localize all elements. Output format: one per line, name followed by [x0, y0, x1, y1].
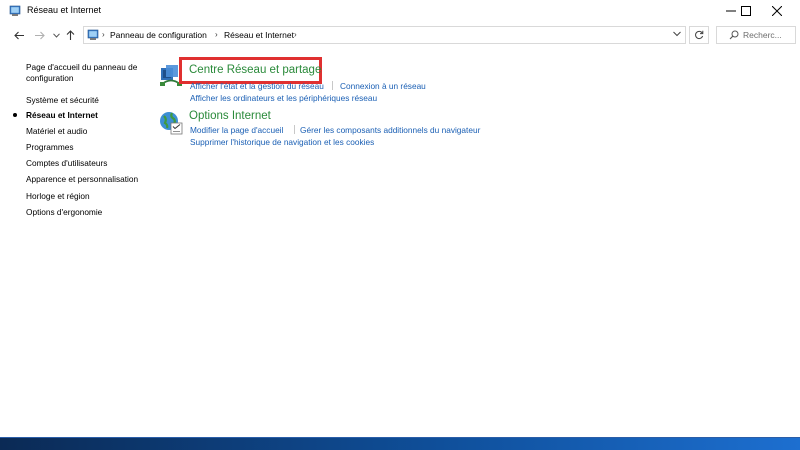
change-home-page-link[interactable]: Modifier la page d'accueil — [190, 125, 283, 135]
connect-to-network-link[interactable]: Connexion à un réseau — [340, 81, 426, 91]
control-panel-icon — [87, 29, 99, 40]
sidebar-item-system-security[interactable]: Système et sécurité — [26, 95, 99, 105]
sidebar-item-programs[interactable]: Programmes — [26, 142, 74, 152]
chevron-right-icon[interactable]: › — [215, 30, 218, 39]
recent-locations-button[interactable] — [49, 28, 63, 42]
maximize-icon — [741, 6, 751, 16]
internet-options-link[interactable]: Options Internet — [189, 110, 271, 122]
search-input[interactable] — [743, 28, 793, 42]
chevron-right-icon[interactable]: › — [294, 30, 297, 39]
up-arrow-icon — [66, 29, 74, 40]
network-sharing-center-link[interactable]: Centre Réseau et partage — [189, 64, 321, 76]
maximize-button[interactable] — [731, 0, 761, 22]
sidebar-item-network-internet[interactable]: Réseau et Internet — [26, 110, 98, 120]
search-box[interactable] — [716, 26, 796, 44]
address-bar[interactable]: › Panneau de configuration › Réseau et I… — [83, 26, 686, 44]
active-bullet — [13, 113, 17, 117]
search-icon — [729, 30, 739, 40]
refresh-icon — [695, 30, 704, 40]
back-button[interactable] — [12, 28, 26, 42]
address-dropdown-icon[interactable] — [673, 31, 681, 37]
sidebar-item-ease-of-access[interactable]: Options d'ergonomie — [26, 207, 102, 217]
refresh-button[interactable] — [689, 26, 709, 44]
back-arrow-icon — [13, 31, 24, 39]
link-separator — [332, 81, 333, 90]
forward-button[interactable] — [32, 28, 46, 42]
chevron-right-icon: › — [102, 30, 105, 39]
forward-arrow-icon — [34, 31, 45, 39]
up-button[interactable] — [63, 28, 77, 42]
manage-addons-link[interactable]: Gérer les composants additionnels du nav… — [300, 125, 480, 135]
control-panel-window: Réseau et Internet › Panneau de configur… — [0, 0, 800, 438]
control-panel-icon — [9, 5, 21, 16]
sidebar-item-appearance[interactable]: Apparence et personnalisation — [26, 174, 138, 184]
sidebar-item-home[interactable]: Page d'accueil du panneau de configurati… — [26, 62, 146, 84]
close-icon — [772, 6, 782, 16]
sidebar-item-user-accounts[interactable]: Comptes d'utilisateurs — [26, 158, 107, 168]
view-network-status-link[interactable]: Afficher l'état et la gestion du réseau — [190, 81, 324, 91]
delete-browsing-history-link[interactable]: Supprimer l'historique de navigation et … — [190, 137, 374, 147]
window-title: Réseau et Internet — [27, 5, 102, 15]
title-bar: Réseau et Internet — [0, 0, 800, 22]
internet-options-icon — [160, 112, 183, 135]
sidebar-item-hardware-sound[interactable]: Matériel et audio — [26, 126, 87, 136]
sidebar-item-clock-region[interactable]: Horloge et région — [26, 191, 90, 201]
navigation-bar: › Panneau de configuration › Réseau et I… — [0, 23, 800, 48]
view-network-computers-link[interactable]: Afficher les ordinateurs et les périphér… — [190, 93, 377, 103]
chevron-down-icon — [52, 32, 60, 38]
link-separator — [294, 125, 295, 134]
breadcrumb-network-internet[interactable]: Réseau et Internet — [224, 30, 294, 40]
breadcrumb-control-panel[interactable]: Panneau de configuration — [110, 30, 207, 40]
close-button[interactable] — [762, 0, 792, 22]
